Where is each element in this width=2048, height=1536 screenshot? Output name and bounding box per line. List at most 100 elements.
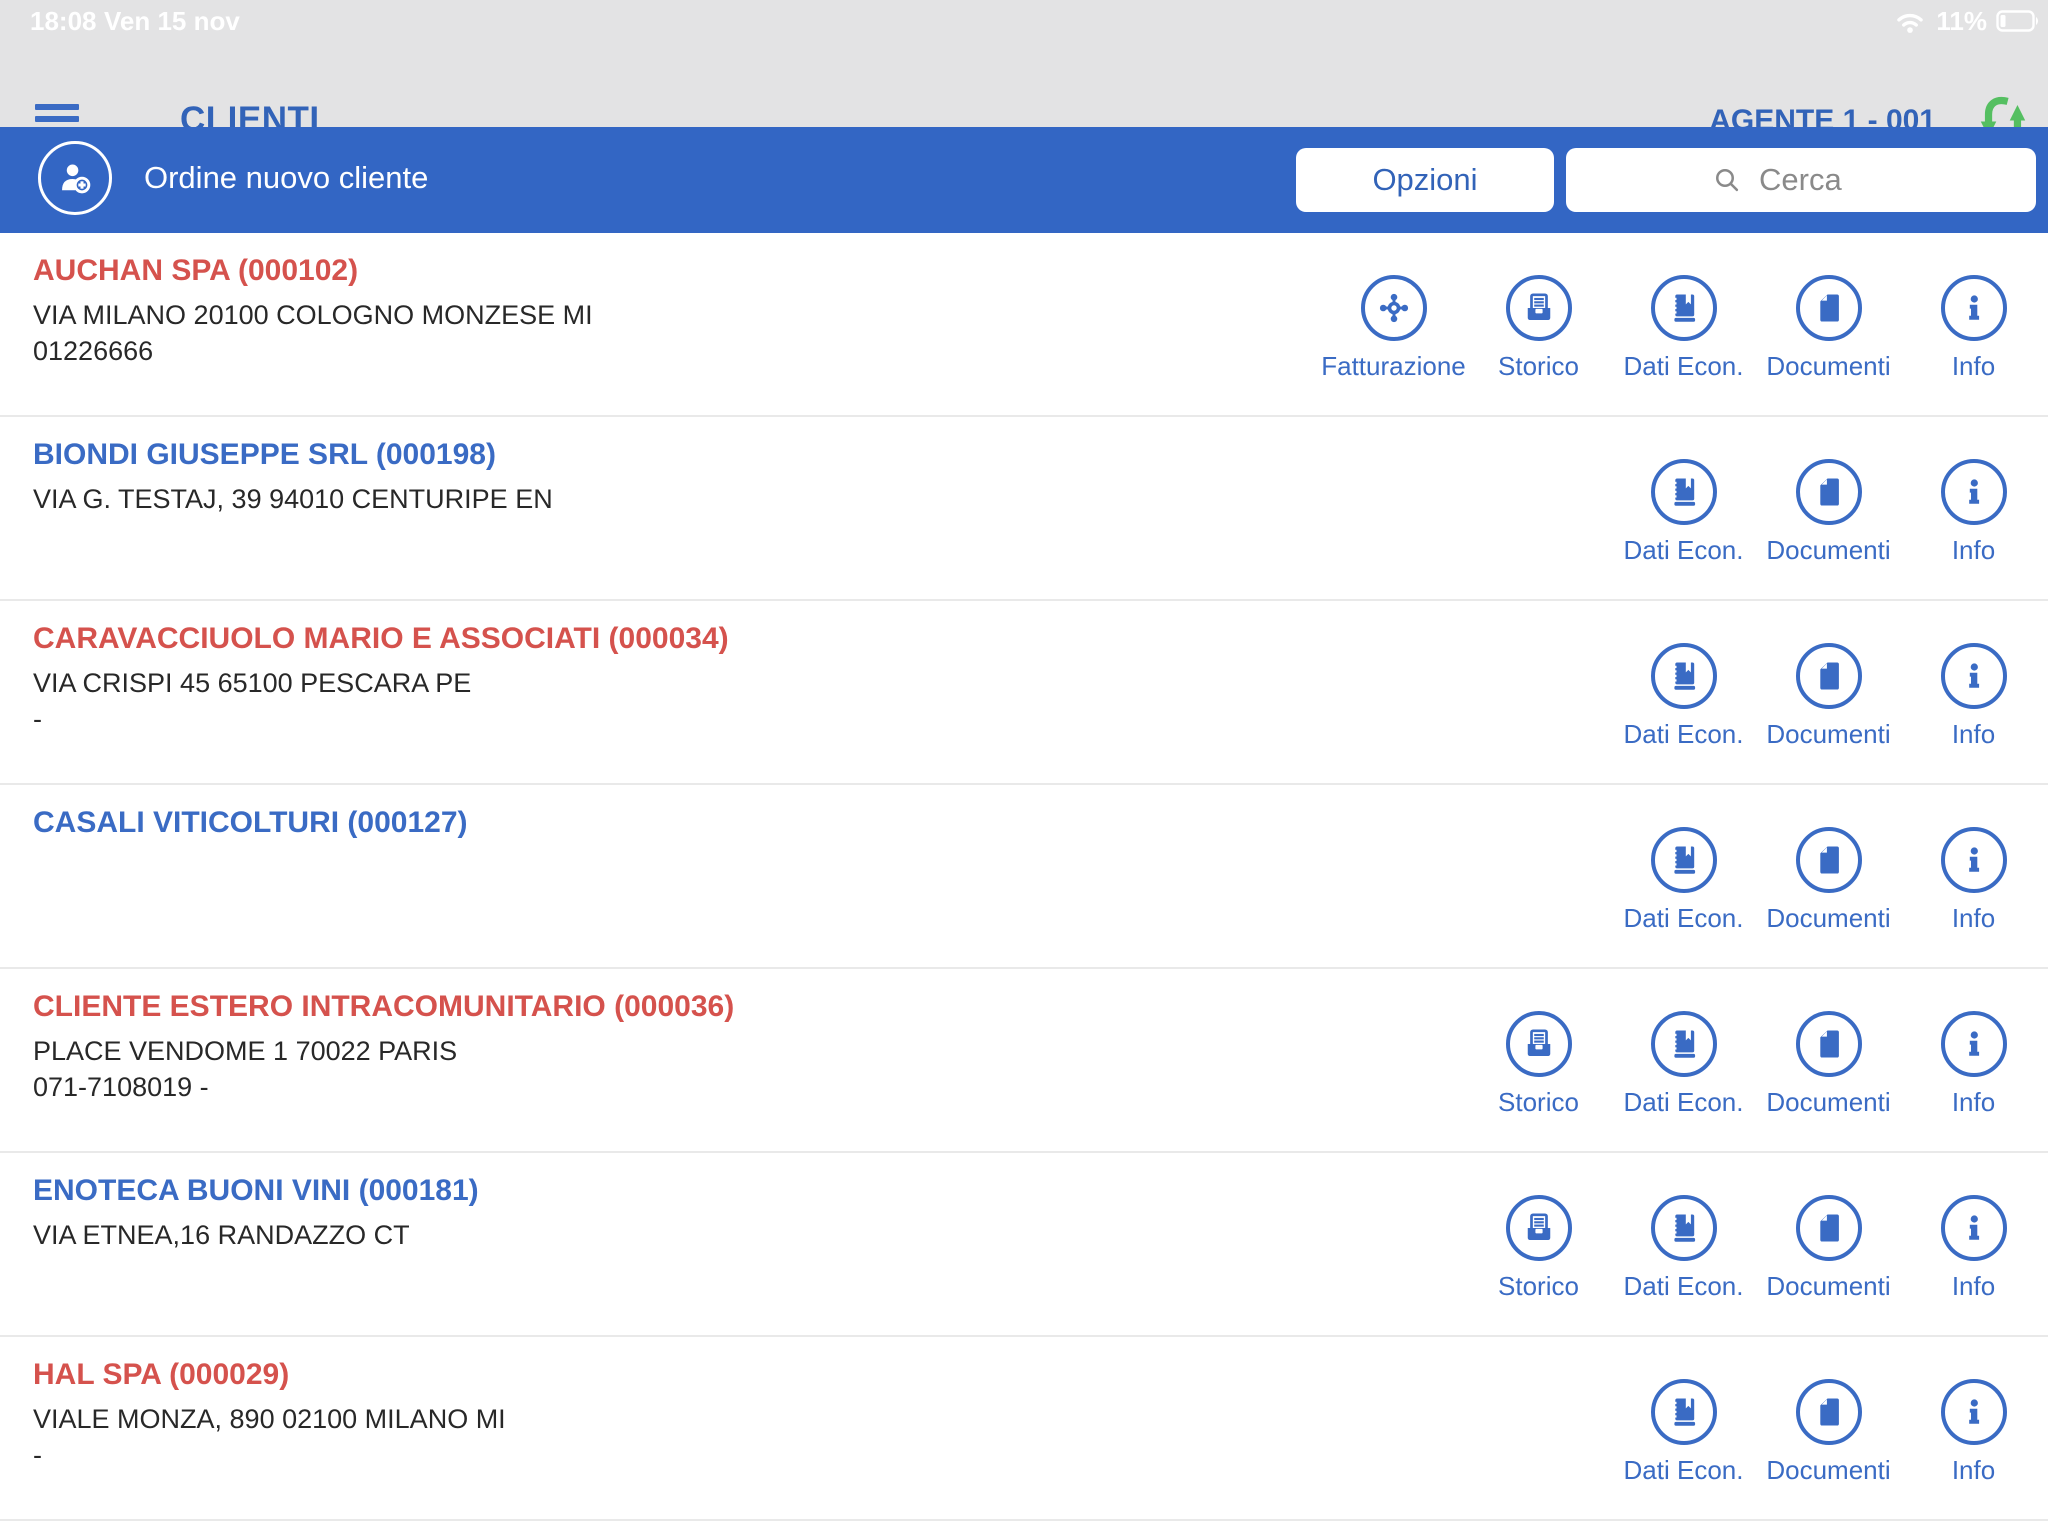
client-name[interactable]: BIONDI GIUSEPPE SRL (000198) [33,435,553,475]
documenti-icon [1796,827,1862,893]
action-label: Documenti [1766,903,1890,934]
action-info-button[interactable]: Info [1901,1195,2046,1302]
action-label: Documenti [1766,1271,1890,1302]
action-info-button[interactable]: Info [1901,275,2046,382]
status-date: Ven 15 nov [104,6,240,37]
action-info-button[interactable]: Info [1901,643,2046,750]
client-phone: - [33,703,729,735]
action-storico-button[interactable]: Storico [1466,275,1611,382]
action-info-button[interactable]: Info [1901,827,2046,934]
client-info: HAL SPA (000029)VIALE MONZA, 890 02100 M… [33,1355,506,1471]
search-box[interactable] [1566,148,2036,212]
storico-icon [1506,1195,1572,1261]
info-icon [1941,827,2007,893]
client-actions: Dati Econ. Documenti Info [1611,1379,2046,1486]
client-row: CLIENTE ESTERO INTRACOMUNITARIO (000036)… [0,969,2048,1153]
action-documenti-button[interactable]: Documenti [1756,1195,1901,1302]
action-label: Info [1952,351,1995,382]
action-dati-button[interactable]: Dati Econ. [1611,827,1756,934]
client-name[interactable]: CLIENTE ESTERO INTRACOMUNITARIO (000036) [33,987,734,1027]
client-phone: 071-7108019 - [33,1071,734,1103]
status-time: 18:08 [30,6,97,37]
client-row: CARAVACCIUOLO MARIO E ASSOCIATI (000034)… [0,601,2048,785]
header-area: 18:08 Ven 15 nov 11% CLIENTI AGENTE 1 - … [0,0,2048,127]
dati-icon [1651,1195,1717,1261]
action-label: Dati Econ. [1624,351,1744,382]
search-input[interactable] [1757,161,1891,199]
action-info-button[interactable]: Info [1901,1011,2046,1118]
options-button[interactable]: Opzioni [1296,148,1554,212]
status-bar: 18:08 Ven 15 nov 11% [0,0,2048,42]
info-icon [1941,1011,2007,1077]
wifi-icon [1893,8,1927,34]
client-name[interactable]: CASALI VITICOLTURI (000127) [33,803,468,843]
client-row: BIONDI GIUSEPPE SRL (000198)VIA G. TESTA… [0,417,2048,601]
action-info-button[interactable]: Info [1901,459,2046,566]
client-actions: StoricoDati Econ. Documenti Info [1466,1011,2046,1118]
action-storico-button[interactable]: Storico [1466,1195,1611,1302]
action-fatturazione-button[interactable]: Fatturazione [1321,275,1466,382]
new-client-order-button[interactable]: Ordine nuovo cliente [38,141,428,215]
client-row: ENOTECA BUONI VINI (000181) VIA ETNEA,16 … [0,1153,2048,1337]
client-info: ENOTECA BUONI VINI (000181) VIA ETNEA,16 … [33,1171,479,1252]
action-label: Info [1952,535,1995,566]
action-info-button[interactable]: Info [1901,1379,2046,1486]
client-actions: StoricoDati Econ. Documenti Info [1466,1195,2046,1302]
action-label: Documenti [1766,535,1890,566]
action-storico-button[interactable]: Storico [1466,1011,1611,1118]
client-phone: - [33,1439,506,1471]
action-dati-button[interactable]: Dati Econ. [1611,275,1756,382]
client-name[interactable]: ENOTECA BUONI VINI (000181) [33,1171,479,1211]
dati-icon [1651,643,1717,709]
action-dati-button[interactable]: Dati Econ. [1611,459,1756,566]
client-name[interactable]: CARAVACCIUOLO MARIO E ASSOCIATI (000034) [33,619,729,659]
client-address: VIA MILANO 20100 COLOGNO MONZESE MI [33,299,593,332]
dati-icon [1651,1011,1717,1077]
action-label: Info [1952,719,1995,750]
client-info: CARAVACCIUOLO MARIO E ASSOCIATI (000034)… [33,619,729,735]
client-actions: Dati Econ. Documenti Info [1611,827,2046,934]
client-row: AUCHAN SPA (000102) VIA MILANO 20100 COLO… [0,233,2048,417]
action-label: Dati Econ. [1624,903,1744,934]
client-phone: 01226666 [33,335,593,367]
client-actions: FatturazioneStorico Dati Econ. Documenti In… [1321,275,2046,382]
action-label: Info [1952,1271,1995,1302]
action-documenti-button[interactable]: Documenti [1756,1011,1901,1118]
action-documenti-button[interactable]: Documenti [1756,459,1901,566]
add-client-icon [38,141,112,215]
new-client-order-label: Ordine nuovo cliente [144,160,428,196]
client-address: VIA CRISPI 45 65100 PESCARA PE [33,667,729,700]
action-documenti-button[interactable]: Documenti [1756,1379,1901,1486]
dati-icon [1651,459,1717,525]
documenti-icon [1796,1379,1862,1445]
client-address: VIA ETNEA,16 RANDAZZO CT [33,1219,479,1252]
app-header: CLIENTI AGENTE 1 - 001 [0,42,2048,127]
info-icon [1941,1195,2007,1261]
dati-icon [1651,1379,1717,1445]
client-name[interactable]: AUCHAN SPA (000102) [33,251,593,291]
storico-icon [1506,275,1572,341]
battery-percent: 11% [1936,6,1987,37]
documenti-icon [1796,275,1862,341]
action-label: Documenti [1766,1455,1890,1486]
storico-icon [1506,1011,1572,1077]
action-documenti-button[interactable]: Documenti [1756,643,1901,750]
action-dati-button[interactable]: Dati Econ. [1611,1011,1756,1118]
battery-icon [1996,10,2040,32]
client-name[interactable]: HAL SPA (000029) [33,1355,506,1395]
action-label: Documenti [1766,1087,1890,1118]
client-info: CASALI VITICOLTURI (000127) [33,803,468,843]
client-actions: Dati Econ. Documenti Info [1611,643,2046,750]
search-icon [1711,164,1743,196]
info-icon [1941,459,2007,525]
client-info: CLIENTE ESTERO INTRACOMUNITARIO (000036)… [33,987,734,1103]
action-documenti-button[interactable]: Documenti [1756,827,1901,934]
action-label: Documenti [1766,351,1890,382]
action-dati-button[interactable]: Dati Econ. [1611,1195,1756,1302]
action-dati-button[interactable]: Dati Econ. [1611,643,1756,750]
action-documenti-button[interactable]: Documenti [1756,275,1901,382]
client-address: PLACE VENDOME 1 70022 PARIS [33,1035,734,1068]
action-label: Documenti [1766,719,1890,750]
action-dati-button[interactable]: Dati Econ. [1611,1379,1756,1486]
action-label: Info [1952,1455,1995,1486]
